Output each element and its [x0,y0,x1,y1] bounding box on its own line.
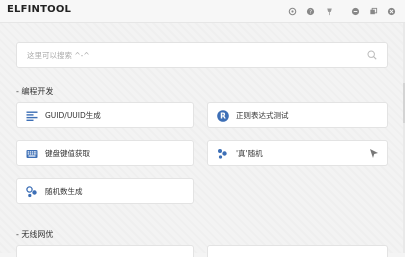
mouse-cursor-icon [370,149,378,158]
app-title: ELFINTOOL [7,4,72,15]
regex-r-icon: R [216,109,229,122]
title-bar: ELFINTOOL ? [0,0,405,23]
search-box[interactable] [16,42,388,68]
tool-label: 随机数生成 [45,187,83,196]
tool-label: 键盘键值获取 [45,149,90,158]
section-title-dev: - 编程开发 [16,87,54,96]
tool-label: 正则表达式测试 [236,111,289,120]
keyboard-icon [25,147,38,160]
close-icon[interactable] [385,5,397,17]
search-input[interactable] [27,43,347,67]
help-icon[interactable]: ? [304,5,316,17]
minimize-icon[interactable] [349,5,361,17]
tool-card-random-number[interactable]: 随机数生成 [16,178,194,204]
svg-text:?: ? [309,9,312,15]
tool-card-partial[interactable] [207,245,388,257]
tool-card-guid[interactable]: GUID/UUID生成 [16,102,194,128]
dots-cluster-icon [216,147,229,160]
restore-icon[interactable] [367,5,379,17]
random-circles-icon [25,185,38,198]
section-title-wireless: - 无线网优 [16,230,54,239]
svg-text:R: R [220,111,226,120]
tool-card-partial[interactable] [16,245,194,257]
pin-icon[interactable] [323,5,335,17]
tool-card-regex[interactable]: R 正则表达式测试 [207,102,388,128]
list-lines-icon [25,109,38,122]
tool-label: '真'随机 [236,149,263,158]
tool-card-true-random[interactable]: '真'随机 [207,140,388,166]
settings-icon[interactable] [286,5,298,17]
tool-card-keyboard[interactable]: 键盘键值获取 [16,140,194,166]
tool-label: GUID/UUID生成 [45,111,101,120]
search-icon[interactable] [367,50,377,60]
